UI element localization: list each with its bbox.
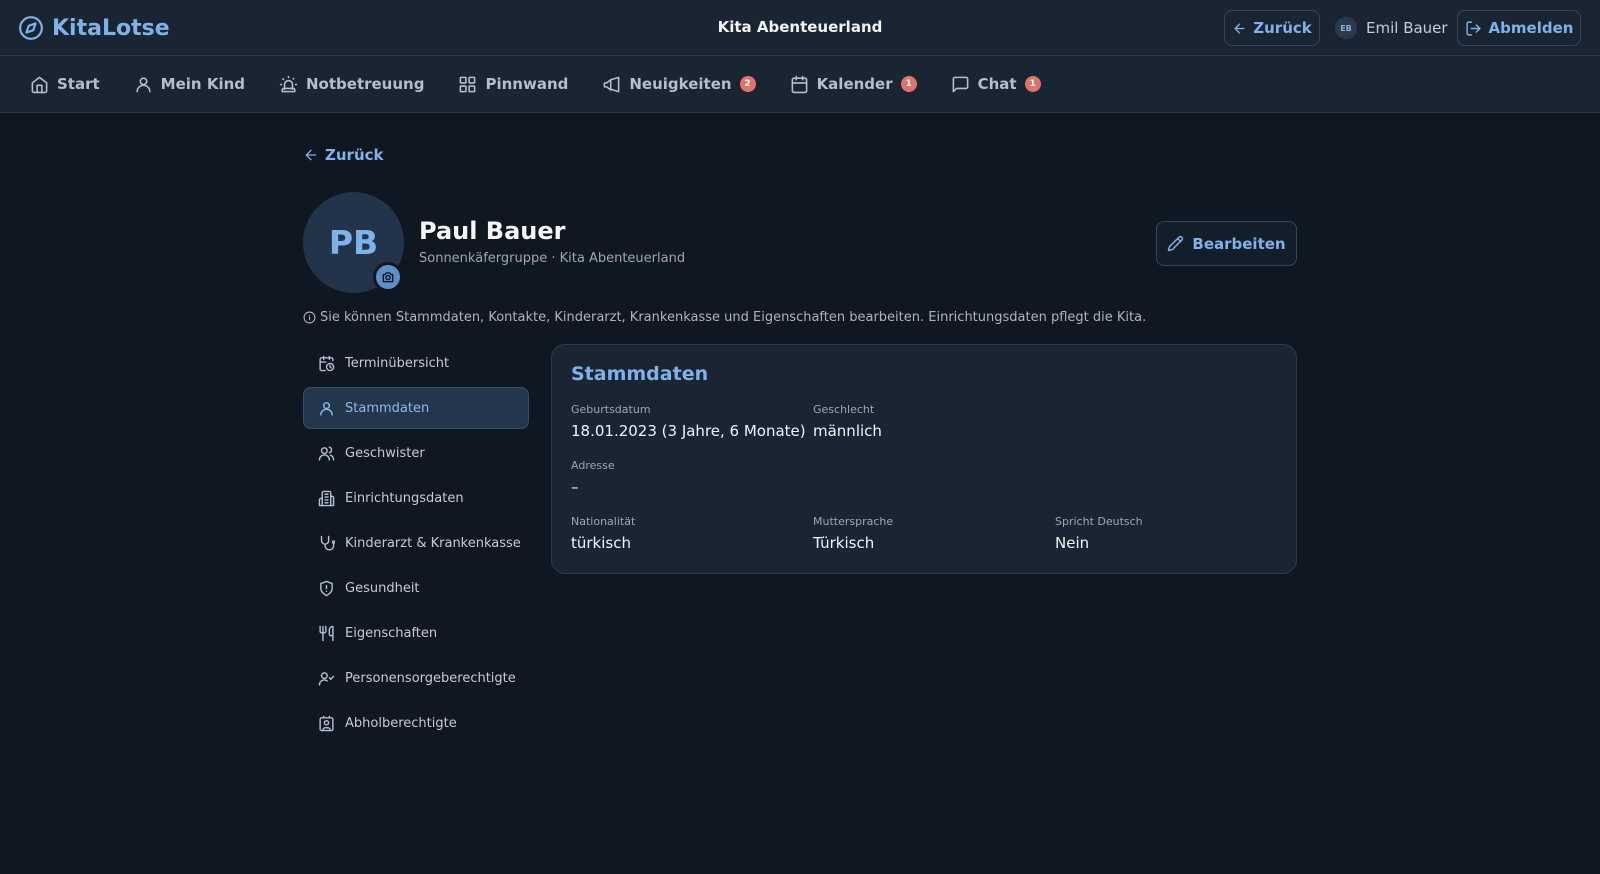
- nav-item-chat[interactable]: Chat 1: [941, 64, 1051, 104]
- side-item-label: Geschwister: [345, 445, 425, 461]
- nav-item-label: Chat: [977, 75, 1017, 93]
- side-item-label: Gesundheit: [345, 580, 420, 596]
- field-value: –: [571, 478, 579, 496]
- user-avatar: EB: [1335, 17, 1357, 39]
- info-text: Sie können Stammdaten, Kontakte, Kindera…: [320, 310, 1147, 325]
- field-value: Türkisch: [813, 534, 875, 552]
- card-title: Stammdaten: [571, 363, 709, 385]
- contact-icon: [318, 715, 335, 732]
- nav-item-start[interactable]: Start: [20, 64, 110, 104]
- user-menu[interactable]: EB Emil Bauer: [1335, 10, 1448, 46]
- utensils-icon: [318, 625, 335, 642]
- nav-item-label: Mein Kind: [160, 75, 245, 93]
- logout-label: Abmelden: [1488, 19, 1574, 37]
- back-link-label: Zurück: [325, 146, 384, 164]
- calendar-clock-icon: [318, 355, 335, 372]
- side-item-personensorgeberechtigte[interactable]: Personensorgeberechtigte: [303, 657, 529, 699]
- grid-icon: [458, 75, 477, 94]
- change-photo-button[interactable]: [373, 262, 403, 292]
- profile-side-menu: Terminübersicht Stammdaten Geschwister E…: [303, 342, 529, 747]
- field-birthdate: Geburtsdatum 18.01.2023 (3 Jahre, 6 Mona…: [571, 403, 806, 440]
- field-label: Nationalität: [571, 515, 636, 528]
- calendar-icon: [790, 75, 809, 94]
- field-gender: Geschlecht männlich: [813, 403, 882, 440]
- side-item-geschwister[interactable]: Geschwister: [303, 432, 529, 474]
- nav-item-neuigkeiten[interactable]: Neuigkeiten 2: [592, 64, 765, 104]
- side-item-einrichtungsdaten[interactable]: Einrichtungsdaten: [303, 477, 529, 519]
- camera-icon: [381, 270, 395, 284]
- info-notice: Sie können Stammdaten, Kontakte, Kindera…: [303, 310, 1146, 325]
- main-nav: Start Mein Kind Notbetreuung Pinnwand Ne…: [0, 56, 1600, 113]
- users-icon: [318, 445, 335, 462]
- nav-item-pinnwand[interactable]: Pinnwand: [448, 64, 578, 104]
- nav-item-label: Neuigkeiten: [629, 75, 732, 93]
- shield-alert-icon: [318, 580, 335, 597]
- field-label: Geburtsdatum: [571, 403, 651, 416]
- user-icon: [134, 75, 153, 94]
- side-item-label: Eigenschaften: [345, 625, 438, 641]
- logout-icon: [1465, 20, 1482, 37]
- field-label: Spricht Deutsch: [1055, 515, 1143, 528]
- nav-item-kalender[interactable]: Kalender 1: [780, 64, 927, 104]
- side-item-label: Kinderarzt & Krankenkasse: [345, 535, 521, 551]
- child-name: Paul Bauer: [419, 217, 566, 245]
- side-item-label: Abholberechtigte: [345, 715, 457, 731]
- nav-item-label: Pinnwand: [485, 75, 569, 93]
- child-subtitle: Sonnenkäfergruppe · Kita Abenteuerland: [419, 251, 686, 266]
- side-item-gesundheit[interactable]: Gesundheit: [303, 567, 529, 609]
- home-icon: [30, 75, 49, 94]
- user-check-icon: [318, 670, 335, 687]
- side-item-label: Personensorgeberechtigte: [345, 670, 516, 686]
- edit-button-label: Bearbeiten: [1192, 234, 1286, 253]
- arrow-left-icon: [303, 147, 319, 163]
- chat-icon: [951, 75, 970, 94]
- logout-button[interactable]: Abmelden: [1457, 10, 1581, 46]
- field-value: männlich: [813, 422, 882, 440]
- field-value: Nein: [1055, 534, 1090, 552]
- user-name: Emil Bauer: [1366, 19, 1448, 37]
- field-label: Geschlecht: [813, 403, 875, 416]
- field-nationality: Nationalität türkisch: [571, 515, 635, 552]
- top-back-button[interactable]: Zurück: [1224, 10, 1320, 46]
- pencil-icon: [1167, 235, 1184, 252]
- stammdaten-card: Stammdaten Geburtsdatum 18.01.2023 (3 Ja…: [551, 344, 1297, 574]
- megaphone-icon: [602, 75, 621, 94]
- arrow-left-icon: [1232, 21, 1247, 36]
- field-speaks-german: Spricht Deutsch Nein: [1055, 515, 1143, 552]
- siren-icon: [279, 75, 298, 94]
- nav-item-mein-kind[interactable]: Mein Kind: [124, 64, 255, 104]
- side-item-eigenschaften[interactable]: Eigenschaften: [303, 612, 529, 654]
- edit-button[interactable]: Bearbeiten: [1156, 221, 1297, 266]
- nav-item-notbetreuung[interactable]: Notbetreuung: [269, 64, 434, 104]
- side-item-stammdaten[interactable]: Stammdaten: [303, 387, 529, 429]
- top-bar: KitaLotse Kita Abenteuerland Zurück EB E…: [0, 0, 1600, 56]
- field-value: türkisch: [571, 534, 631, 552]
- notification-badge: 1: [900, 76, 917, 92]
- info-icon: [303, 311, 316, 324]
- side-item-kinderarzt[interactable]: Kinderarzt & Krankenkasse: [303, 522, 529, 564]
- stethoscope-icon: [318, 535, 335, 552]
- side-item-label: Stammdaten: [345, 400, 430, 416]
- field-value: 18.01.2023 (3 Jahre, 6 Monate): [571, 422, 806, 440]
- side-item-terminuebersicht[interactable]: Terminübersicht: [303, 342, 529, 384]
- side-item-label: Terminübersicht: [345, 355, 450, 371]
- notification-badge: 2: [739, 76, 756, 92]
- field-address: Adresse –: [571, 459, 615, 496]
- nav-item-label: Notbetreuung: [306, 75, 425, 93]
- top-back-label: Zurück: [1253, 19, 1312, 37]
- nav-item-label: Kalender: [816, 75, 893, 93]
- side-item-label: Einrichtungsdaten: [345, 490, 464, 506]
- nav-item-label: Start: [57, 75, 100, 93]
- building-icon: [318, 490, 335, 507]
- notification-badge: 1: [1024, 76, 1041, 92]
- back-link[interactable]: Zurück: [303, 146, 384, 164]
- side-item-abholberechtigte[interactable]: Abholberechtigte: [303, 702, 529, 744]
- field-mother-tongue: Muttersprache Türkisch: [813, 515, 893, 552]
- field-label: Adresse: [571, 459, 615, 472]
- user-icon: [318, 400, 335, 417]
- field-label: Muttersprache: [813, 515, 894, 528]
